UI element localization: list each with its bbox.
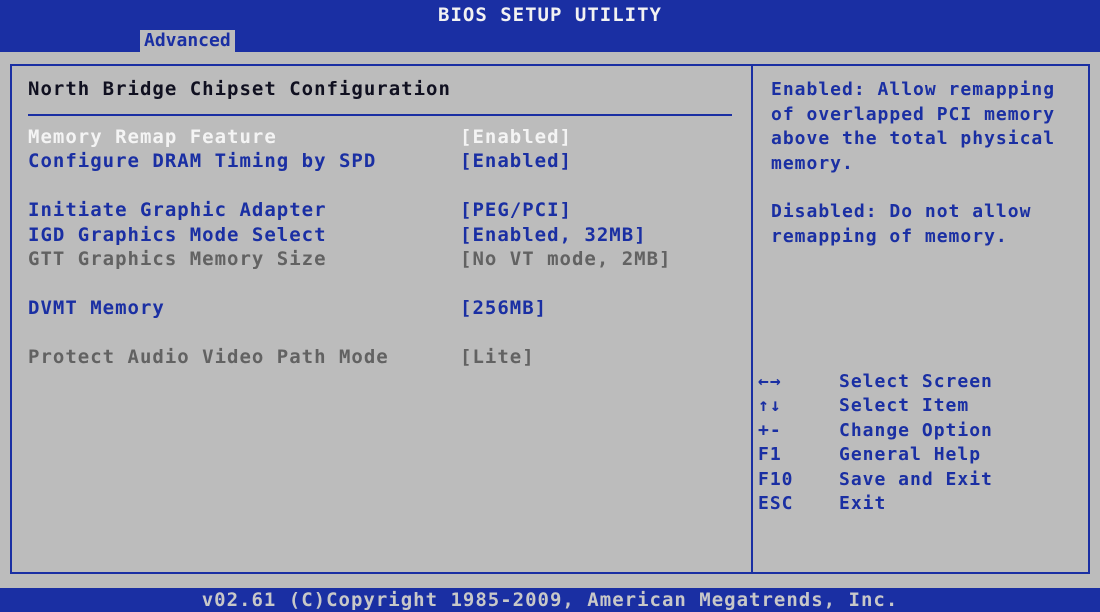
tab-advanced[interactable]: Advanced [140, 30, 235, 52]
section-rule [28, 114, 732, 116]
key-label: ESC [758, 492, 794, 514]
help-disabled-text: Disabled: Do not allow remapping of memo… [771, 201, 1032, 247]
setting-label: IGD Graphics Mode Select [28, 224, 327, 246]
key-description: Exit [839, 492, 887, 514]
window-title: BIOS SETUP UTILITY [0, 0, 1100, 30]
key-description: Select Item [839, 395, 970, 417]
section-title: North Bridge Chipset Configuration [28, 78, 451, 100]
plus-minus-icon: +- [758, 419, 782, 441]
key-label: F10 [758, 468, 794, 490]
setting-value[interactable]: [256MB] [460, 297, 547, 319]
setting-label: Configure DRAM Timing by SPD [28, 150, 377, 172]
setting-value[interactable]: [Enabled] [460, 126, 572, 148]
setting-value: [No VT mode, 2MB] [460, 248, 672, 270]
key-label: F1 [758, 444, 782, 466]
tab-bar: Advanced [0, 30, 1100, 52]
panel-divider [751, 66, 753, 572]
setting-label: Protect Audio Video Path Mode [28, 346, 389, 368]
setting-label: Memory Remap Feature [28, 126, 277, 148]
help-text: Enabled: Allow remapping of overlapped P… [771, 78, 1081, 249]
setting-value[interactable]: [Enabled] [460, 150, 572, 172]
setting-label: GTT Graphics Memory Size [28, 248, 327, 270]
setting-label: DVMT Memory [28, 297, 165, 319]
help-enabled-text: Enabled: Allow remapping of overlapped P… [771, 79, 1056, 174]
key-description: Change Option [839, 419, 993, 441]
key-description: Select Screen [839, 371, 993, 392]
setting-value[interactable]: [PEG/PCI] [460, 199, 572, 221]
key-description: General Help [839, 444, 982, 466]
main-panel: North Bridge Chipset Configuration Memor… [0, 52, 1100, 588]
setting-label: Initiate Graphic Adapter [28, 199, 327, 221]
copyright-footer: v02.61 (C)Copyright 1985-2009, American … [0, 588, 1100, 612]
left-right-arrows-icon: ←→ [758, 371, 782, 392]
up-down-arrows-icon: ↑↓ [758, 395, 782, 417]
setting-value[interactable]: [Enabled, 32MB] [460, 224, 647, 246]
setting-value: [Lite] [460, 346, 535, 368]
key-description: Save and Exit [839, 468, 993, 490]
